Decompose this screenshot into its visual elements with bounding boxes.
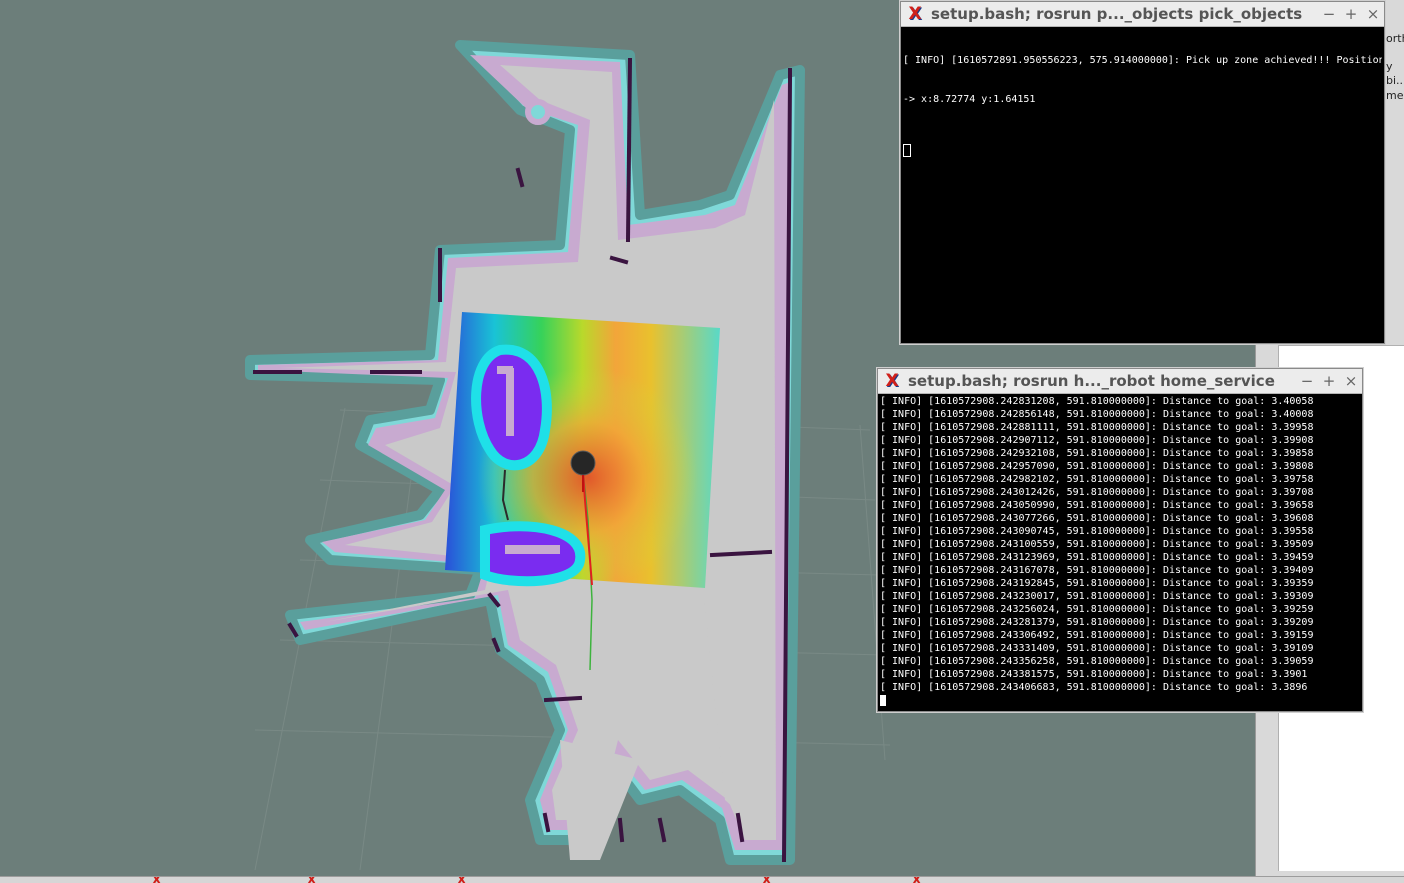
terminal-output[interactable]: [ INFO] [1610572908.242831208, 591.81000… — [880, 395, 1360, 709]
terminal-line: [ INFO] [1610572908.242932108, 591.81000… — [880, 448, 1314, 459]
window-title: setup.bash; rosrun p..._objects pick_obj… — [931, 5, 1303, 23]
minimize-button[interactable]: − — [1318, 5, 1340, 23]
pick-objects-terminal-window[interactable]: X setup.bash; rosrun p..._objects pick_o… — [900, 1, 1385, 344]
terminal-line: [ INFO] [1610572908.243256024, 591.81000… — [880, 604, 1314, 615]
terminal-line: [ INFO] [1610572908.242957090, 591.81000… — [880, 461, 1314, 472]
panel-fragment: bi... — [1386, 74, 1404, 87]
terminal-line: [ INFO] [1610572908.243406683, 591.81000… — [880, 682, 1308, 693]
window-title: setup.bash; rosrun h..._robot home_servi… — [908, 372, 1275, 390]
terminal-output[interactable]: [ INFO] [1610572891.950556223, 575.91400… — [903, 28, 1382, 341]
panel-fragment: y — [1386, 60, 1393, 73]
terminal-line: [ INFO] [1610572908.243192845, 591.81000… — [880, 578, 1314, 589]
x-logo-icon: X — [885, 371, 899, 391]
home-service-terminal-window[interactable]: X setup.bash; rosrun h..._robot home_ser… — [877, 368, 1363, 712]
terminal-line: [ INFO] [1610572908.243100559, 591.81000… — [880, 539, 1314, 550]
terminal-line: -> x:8.72774 y:1.64151 — [903, 94, 1036, 105]
terminal-line: [ INFO] [1610572891.950556223, 575.91400… — [903, 55, 1382, 66]
taskbar-item[interactable]: X — [455, 877, 575, 883]
terminal-line: [ INFO] [1610572908.243230017, 591.81000… — [880, 591, 1314, 602]
terminal-line: [ INFO] [1610572908.242881111, 591.81000… — [880, 422, 1314, 433]
terminal-line: [ INFO] [1610572908.243381575, 591.81000… — [880, 669, 1308, 680]
terminal-line: [ INFO] [1610572908.243281379, 591.81000… — [880, 617, 1314, 628]
local-costmap — [445, 312, 720, 588]
terminal-line: [ INFO] [1610572908.243306492, 591.81000… — [880, 630, 1314, 641]
panel-fragment: me — [1386, 89, 1404, 102]
taskbar-item[interactable]: X — [910, 877, 1030, 883]
terminal-line: [ INFO] [1610572908.243090745, 591.81000… — [880, 526, 1314, 537]
terminal-line: [ INFO] [1610572908.243356258, 591.81000… — [880, 656, 1314, 667]
terminal-line: [ INFO] [1610572908.242907112, 591.81000… — [880, 435, 1314, 446]
terminal-line: [ INFO] [1610572908.243077266, 591.81000… — [880, 513, 1314, 524]
terminal-line: [ INFO] [1610572908.243167078, 591.81000… — [880, 565, 1314, 576]
terminal-line: [ INFO] [1610572908.243012426, 591.81000… — [880, 487, 1314, 498]
close-button[interactable]: × — [1362, 5, 1384, 23]
terminal-line: [ INFO] [1610572908.242982102, 591.81000… — [880, 474, 1314, 485]
terminal-cursor — [880, 694, 886, 706]
terminal-line: [ INFO] [1610572908.242831208, 591.81000… — [880, 396, 1314, 407]
taskbar-item[interactable]: X — [760, 877, 880, 883]
panel-fragment: orth — [1386, 32, 1404, 45]
x-logo-icon: X — [908, 4, 922, 24]
taskbar-item[interactable]: X — [305, 877, 425, 883]
terminal-line: [ INFO] [1610572908.243050990, 591.81000… — [880, 500, 1314, 511]
window-titlebar[interactable]: X setup.bash; rosrun h..._robot home_ser… — [878, 369, 1362, 394]
taskbar-item[interactable]: X — [150, 877, 270, 883]
window-titlebar[interactable]: X setup.bash; rosrun p..._objects pick_o… — [901, 2, 1384, 27]
maximize-button[interactable]: + — [1318, 372, 1340, 390]
terminal-line: [ INFO] [1610572908.243331409, 591.81000… — [880, 643, 1314, 654]
terminal-line: [ INFO] [1610572908.243123969, 591.81000… — [880, 552, 1314, 563]
minimize-button[interactable]: − — [1296, 372, 1318, 390]
terminal-line: [ INFO] [1610572908.242856148, 591.81000… — [880, 409, 1314, 420]
maximize-button[interactable]: + — [1340, 5, 1362, 23]
close-button[interactable]: × — [1340, 372, 1362, 390]
terminal-cursor — [903, 144, 911, 157]
